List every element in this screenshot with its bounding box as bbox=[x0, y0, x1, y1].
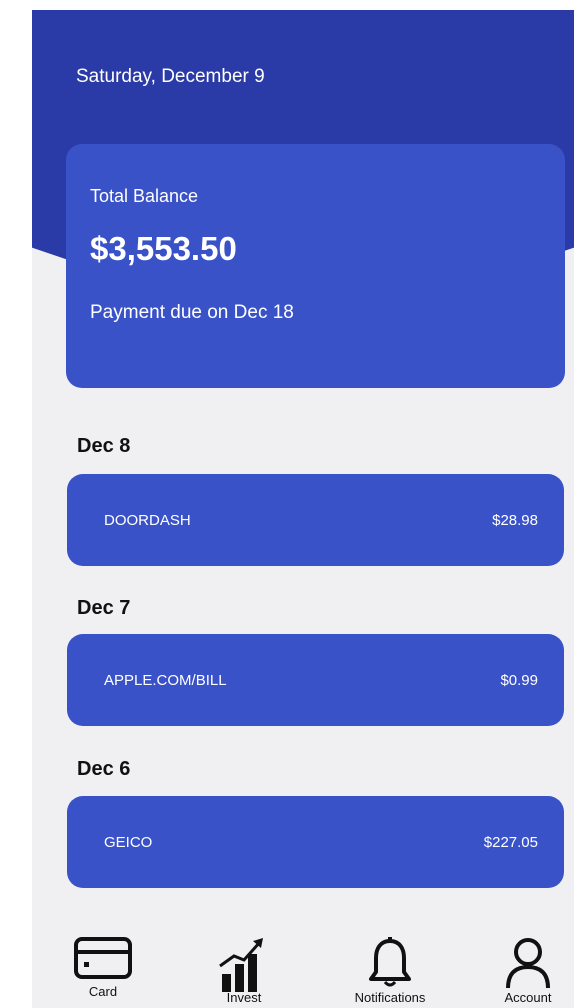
nav-invest-label: Invest bbox=[226, 990, 262, 1005]
transaction-merchant: DOORDASH bbox=[104, 512, 191, 529]
nav-account-label: Account bbox=[504, 990, 552, 1005]
bottom-navigation: Card Invest Notifications Account bbox=[32, 930, 574, 1008]
nav-account[interactable]: Account bbox=[478, 936, 574, 1008]
nav-notifications[interactable]: Notifications bbox=[340, 936, 440, 1008]
nav-card-label: Card bbox=[88, 984, 118, 999]
app-screen: Saturday, December 9 Total Balance $3,55… bbox=[32, 10, 574, 1008]
transaction-merchant: GEICO bbox=[104, 834, 153, 851]
transaction-date-header: Dec 6 bbox=[77, 758, 131, 780]
balance-label: Total Balance bbox=[90, 186, 199, 206]
current-date: Saturday, December 9 bbox=[76, 66, 265, 87]
nav-card[interactable]: Card bbox=[53, 936, 153, 1008]
transaction-amount: $227.05 bbox=[483, 834, 538, 851]
transaction-amount: $0.99 bbox=[500, 672, 538, 689]
transaction-merchant: APPLE.COM/BILL bbox=[104, 672, 227, 689]
transaction-date-header: Dec 8 bbox=[77, 435, 131, 457]
transaction-card[interactable]: GEICO $227.05 bbox=[67, 796, 564, 888]
transaction-date-header: Dec 7 bbox=[77, 597, 131, 619]
balance-card[interactable]: Total Balance $3,553.50 Payment due on D… bbox=[66, 144, 565, 388]
transaction-card[interactable]: APPLE.COM/BILL $0.99 bbox=[67, 634, 564, 726]
bar-chart-trend-icon bbox=[219, 938, 263, 992]
bell-icon bbox=[369, 937, 411, 987]
transaction-card[interactable]: DOORDASH $28.98 bbox=[67, 474, 564, 566]
nav-notifications-label: Notifications bbox=[354, 990, 426, 1005]
nav-invest[interactable]: Invest bbox=[194, 936, 294, 1008]
transaction-amount: $28.98 bbox=[492, 512, 538, 529]
balance-amount: $3,553.50 bbox=[90, 230, 237, 267]
person-icon bbox=[506, 938, 550, 989]
credit-card-icon bbox=[74, 937, 132, 979]
payment-due-text: Payment due on Dec 18 bbox=[90, 302, 294, 323]
